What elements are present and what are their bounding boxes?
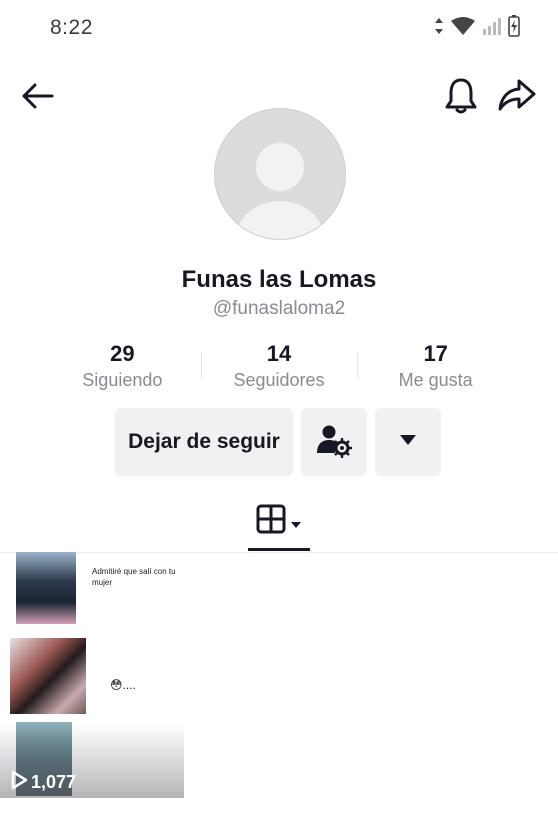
- status-icons: [434, 15, 520, 42]
- display-name: Funas las Lomas: [181, 266, 377, 293]
- default-avatar-icon: [236, 143, 324, 239]
- back-button[interactable]: [18, 76, 58, 116]
- share-icon: [496, 79, 538, 120]
- stat-label: Siguiendo: [82, 370, 163, 390]
- video-caption: Admitiré que salí con tu mujer: [92, 567, 176, 587]
- video-thumbnail[interactable]: [10, 638, 86, 714]
- stat-likes[interactable]: 17 Me gusta: [357, 340, 514, 396]
- profile-actions: Dejar de seguir: [115, 408, 441, 476]
- stat-label: Me gusta: [398, 370, 473, 390]
- username: @funaslaloma2: [212, 298, 346, 319]
- friend-settings-button[interactable]: [301, 408, 367, 476]
- share-button[interactable]: [496, 74, 538, 116]
- view-count-value: 1,077: [31, 772, 77, 792]
- data-arrows-icon: [434, 17, 444, 40]
- signal-icon: [482, 16, 502, 41]
- status-bar: 8:22: [0, 0, 558, 56]
- stat-value: 17: [423, 341, 448, 366]
- wifi-icon: [450, 16, 476, 41]
- battery-icon: [508, 15, 520, 42]
- bell-icon: [440, 78, 482, 120]
- caret-down-icon: [399, 433, 417, 451]
- profile-stats: 29 Siguiendo 14 Seguidores 17 Me gusta: [44, 340, 514, 396]
- tab-videos-grid[interactable]: [248, 504, 310, 550]
- stat-value: 14: [266, 341, 292, 366]
- unfollow-button[interactable]: Dejar de seguir: [115, 408, 293, 476]
- notifications-button[interactable]: [440, 74, 482, 116]
- stat-value: 29: [110, 341, 135, 366]
- avatar[interactable]: [214, 108, 346, 240]
- chevron-down-icon: [290, 516, 302, 534]
- video-thumbnail[interactable]: [16, 552, 76, 624]
- stat-followers[interactable]: 14 Seguidores: [200, 340, 358, 396]
- status-time: 8:22: [50, 16, 93, 39]
- stat-label: Seguidores: [233, 370, 325, 390]
- play-outline-icon: [10, 770, 28, 795]
- video-grid: Admitiré que salí con tu mujer 😳.... 1,0…: [0, 552, 558, 828]
- grid-icon: [256, 504, 286, 539]
- active-tab-indicator: [248, 548, 310, 551]
- arrow-left-icon: [18, 83, 58, 120]
- more-options-button[interactable]: [375, 408, 441, 476]
- view-count: 1,077: [10, 770, 76, 795]
- user-settings-icon: [316, 422, 352, 463]
- stat-following[interactable]: 29 Siguiendo: [44, 340, 201, 396]
- video-caption: 😳....: [110, 678, 136, 692]
- content-tabs: [0, 500, 558, 553]
